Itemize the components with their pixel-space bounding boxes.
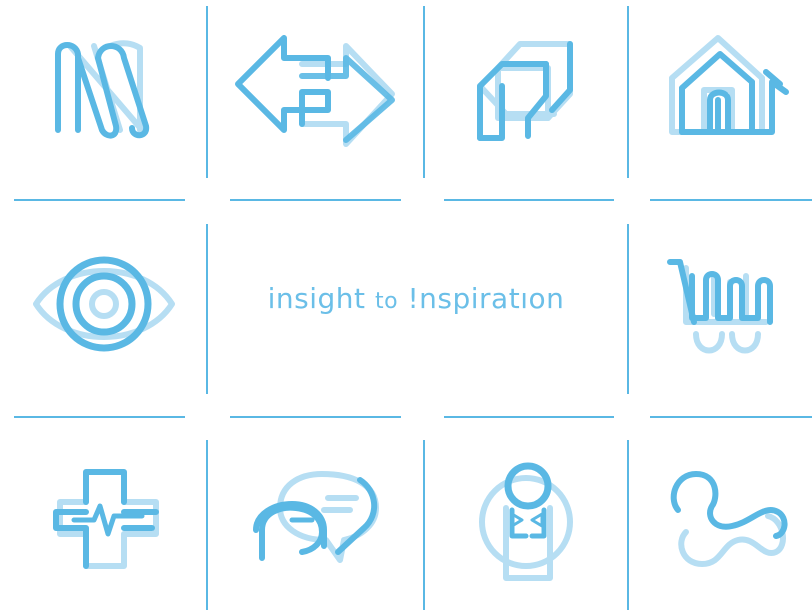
path-route-icon	[666, 468, 790, 578]
grid-divider	[444, 416, 614, 418]
cube-icon	[476, 40, 576, 144]
grid-divider	[423, 6, 425, 178]
chat-bubbles-icon	[252, 470, 382, 570]
grid-divider	[230, 416, 401, 418]
grid-divider	[206, 224, 208, 394]
person-bowtie-icon	[476, 460, 576, 584]
grid-divider	[206, 440, 208, 610]
grid-divider	[14, 199, 185, 201]
grid-divider	[627, 224, 629, 394]
brand-word-insight: insight	[267, 282, 366, 315]
house-icon	[668, 34, 794, 138]
exchange-arrows-icon	[235, 35, 396, 148]
grid-divider	[650, 199, 812, 201]
grid-divider	[627, 6, 629, 178]
shopping-cart-icon	[666, 256, 778, 362]
brand-wordmark: insight to !nspiratıon	[224, 282, 608, 315]
medical-cross-icon	[52, 462, 164, 574]
brand-word-inspiration: !nspiratıon	[407, 282, 565, 315]
grid-divider	[14, 416, 185, 418]
grid-divider	[627, 440, 629, 610]
grid-divider	[230, 199, 401, 201]
grid-divider	[444, 199, 614, 201]
grid-divider	[206, 6, 208, 178]
grid-divider	[650, 416, 812, 418]
eye-icon	[33, 250, 175, 358]
brand-word-to: to	[374, 289, 399, 314]
abstract-lines-icon	[50, 38, 160, 139]
grid-divider	[423, 440, 425, 610]
